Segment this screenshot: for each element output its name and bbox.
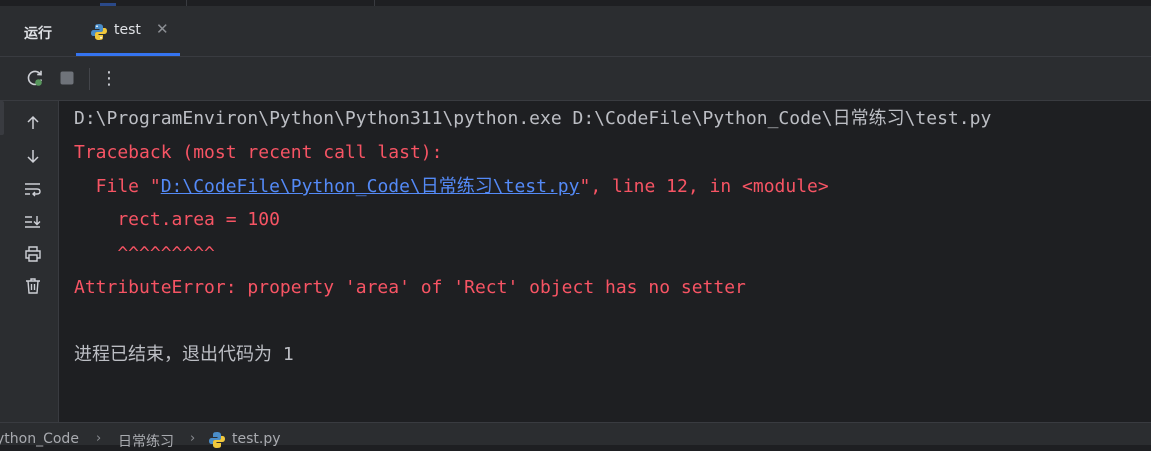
breadcrumb-item[interactable]: ython_Code [0,431,79,447]
run-panel-title: 运行 [24,26,52,42]
trash-icon [26,278,40,294]
python-file-icon [209,432,225,448]
scroll-to-end-icon [25,216,41,228]
arrow-up-icon [27,115,39,129]
python-file-icon [91,24,107,40]
process-exit-line: 进程已结束，退出代码为 1 [74,344,294,366]
exit-code: 1 [282,344,294,365]
clear-all-button[interactable] [22,275,44,297]
command-line: D:\ProgramEnviron\Python\Python311\pytho… [74,108,992,129]
next-occurrence-button[interactable] [22,145,44,167]
active-tab-indicator [76,53,180,56]
traceback-header: Traceback (most recent call last): [74,142,443,163]
previous-occurrence-button[interactable] [22,112,44,134]
stop-button[interactable] [56,67,78,89]
file-prefix: File " [74,176,161,197]
more-options-button[interactable]: ⋮ [98,67,120,89]
scroll-to-end-button[interactable] [22,211,44,233]
more-vertical-icon: ⋮ [100,67,118,89]
file-suffix: ", line 12, in <module> [579,176,829,197]
console-side-toolbar [0,101,59,422]
scroll-indicator[interactable] [0,101,4,135]
tab-label: test [114,22,141,38]
soft-wrap-button[interactable] [22,178,44,200]
navigation-bar: ython_Code › 日常练习 › test.py [0,422,1151,450]
error-message: AttributeError: property 'area' of 'Rect… [74,277,746,298]
rerun-icon [27,70,43,86]
stop-icon [60,71,74,85]
breadcrumb-item[interactable]: 日常练习 [118,431,174,451]
run-tool-window-header: 运行 test ✕ [0,6,1151,57]
file-link[interactable]: D:\CodeFile\Python_Code\日常练习\test.py [161,176,580,197]
traceback-caret-line: ^^^^^^^^^ [74,243,215,264]
tab-test[interactable]: test ✕ [76,6,180,56]
breadcrumb-item[interactable]: test.py [232,431,281,447]
toolbar-separator [89,68,90,90]
print-button[interactable] [22,243,44,265]
run-toolbar: ⋮ [0,57,1151,101]
arrow-down-icon [27,150,39,164]
soft-wrap-icon [25,183,41,197]
rerun-button[interactable] [24,67,46,89]
traceback-code-line: rect.area = 100 [74,209,280,230]
print-icon [25,246,41,262]
close-icon[interactable]: ✕ [156,20,169,38]
exit-text: 进程已结束，退出代码为 [74,344,283,365]
traceback-file-line: File "D:\CodeFile\Python_Code\日常练习\test.… [74,176,829,198]
console-output[interactable]: D:\ProgramEnviron\Python\Python311\pytho… [59,101,1151,422]
